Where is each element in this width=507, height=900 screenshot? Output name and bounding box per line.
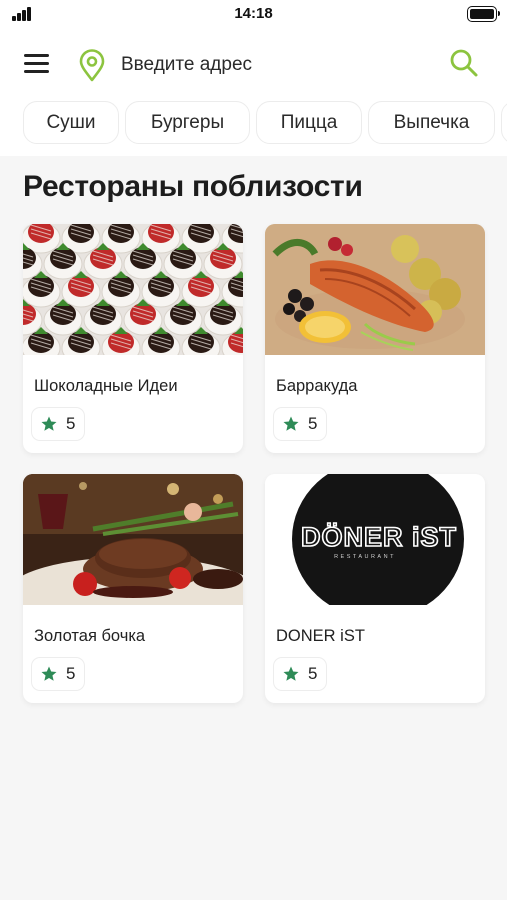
category-chip-burgers[interactable]: Бургеры bbox=[125, 101, 250, 144]
top-bar: 14:18 Введите адрес Суши Бургеры Пицца В… bbox=[0, 0, 507, 156]
chocolate-strawberries-image bbox=[23, 224, 243, 355]
menu-button[interactable] bbox=[22, 51, 52, 75]
category-chip-bakery[interactable]: Выпечка bbox=[368, 101, 495, 144]
rating-value: 5 bbox=[308, 414, 318, 433]
logo-text: DÖNER iST bbox=[301, 522, 457, 552]
steak-dish-image bbox=[23, 474, 243, 605]
star-icon bbox=[41, 416, 57, 431]
restaurant-card[interactable]: Барракуда 5 bbox=[265, 224, 485, 453]
address-input[interactable]: Введите адрес bbox=[121, 54, 252, 76]
rating-badge: 5 bbox=[273, 657, 328, 691]
star-icon bbox=[283, 666, 299, 681]
location-pin-icon[interactable] bbox=[76, 49, 108, 83]
restaurant-name: Золотая бочка bbox=[34, 627, 146, 645]
app-header: Введите адрес bbox=[0, 40, 507, 90]
restaurant-photo: DÖNER iST RESTAURANT bbox=[265, 474, 485, 605]
category-list: Суши Бургеры Пицца Выпечка bbox=[0, 101, 507, 145]
category-chip-sushi[interactable]: Суши bbox=[23, 101, 119, 144]
rating-value: 5 bbox=[66, 414, 76, 433]
restaurant-card[interactable]: Шоколадные Идеи 5 bbox=[23, 224, 243, 453]
restaurant-photo bbox=[23, 474, 243, 605]
category-chip-pizza[interactable]: Пицца bbox=[256, 101, 362, 144]
rating-badge: 5 bbox=[31, 657, 86, 691]
search-icon[interactable] bbox=[447, 47, 481, 81]
rating-badge: 5 bbox=[273, 407, 328, 441]
grilled-salmon-image bbox=[265, 224, 485, 355]
status-time: 14:18 bbox=[234, 5, 273, 22]
page-title: Рестораны поблизости bbox=[23, 170, 363, 203]
restaurant-card[interactable]: DÖNER iST RESTAURANT DONER iST 5 bbox=[265, 474, 485, 703]
restaurant-photo bbox=[265, 224, 485, 355]
star-icon bbox=[283, 416, 299, 431]
category-chip-more[interactable] bbox=[501, 101, 507, 144]
rating-badge: 5 bbox=[31, 407, 86, 441]
restaurant-photo bbox=[23, 224, 243, 355]
restaurant-card[interactable]: Золотая бочка 5 bbox=[23, 474, 243, 703]
restaurant-name: Барракуда bbox=[276, 377, 358, 395]
restaurant-name: DONER iST bbox=[276, 627, 365, 645]
doner-ist-logo: DÖNER iST RESTAURANT bbox=[265, 474, 485, 605]
status-bar: 14:18 bbox=[0, 0, 507, 30]
rating-value: 5 bbox=[308, 664, 318, 683]
logo-subtext: RESTAURANT bbox=[334, 554, 396, 560]
rating-value: 5 bbox=[66, 664, 76, 683]
star-icon bbox=[41, 666, 57, 681]
restaurant-name: Шоколадные Идеи bbox=[34, 377, 178, 395]
battery-icon bbox=[467, 6, 500, 22]
